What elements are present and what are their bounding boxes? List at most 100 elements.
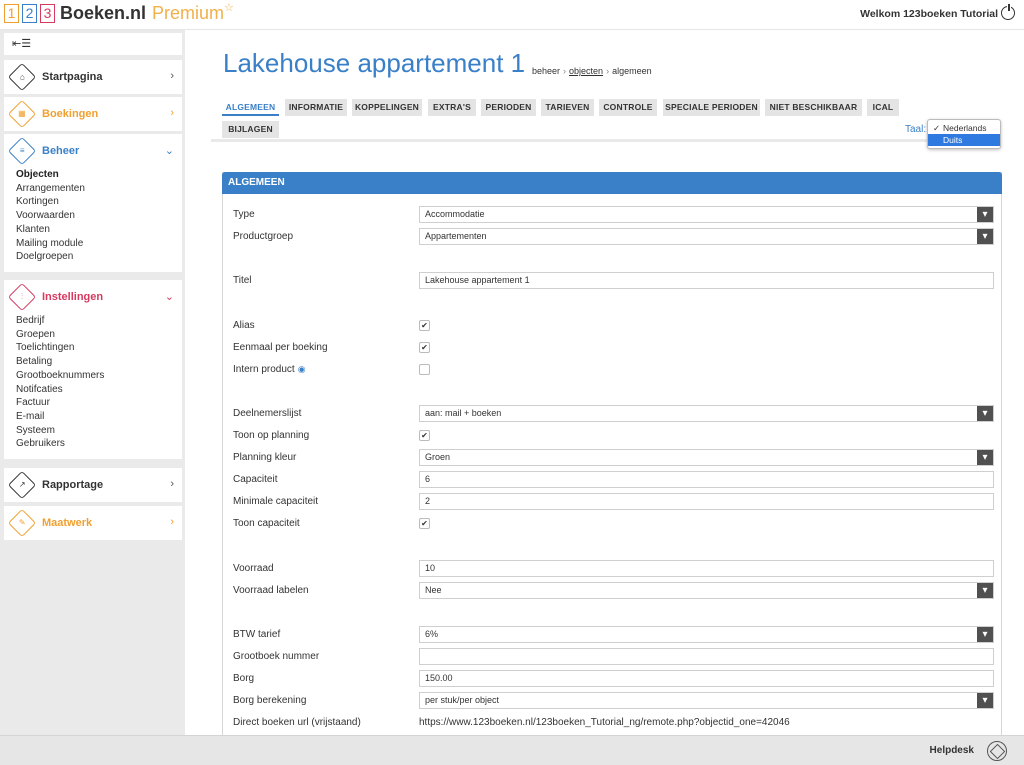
grootboek-input[interactable] [419,648,994,665]
logo-digit-2: 2 [22,4,37,23]
deelnemerslijst-label: Deelnemerslijst [233,408,302,419]
toon-planning-checkbox[interactable]: ✔ [419,430,430,441]
toon-capaciteit-checkbox[interactable]: ✔ [419,518,430,529]
borg-input[interactable]: 150.00 [419,670,994,687]
helpdesk-link[interactable]: Helpdesk [930,745,974,756]
grootboek-label: Grootboek nummer [233,651,320,662]
sidebar-item-label: Beheer [42,145,80,157]
sidebar-subitem-voorwaarden[interactable]: Voorwaarden [16,209,182,223]
sidebar-subitem-email[interactable]: E-mail [16,410,182,424]
btw-select[interactable]: 6% [419,626,994,643]
sidebar: ⇤☰ ⌂ Startpagina › ▦ Boekingen › ≡ Behee… [0,30,185,735]
breadcrumb: beheer › objecten › algemeen [532,66,652,76]
eenmaal-checkbox[interactable]: ✔ [419,342,430,353]
tab-koppelingen[interactable]: KOPPELINGEN [352,99,422,116]
chevron-down-icon: ⌄ [164,291,174,303]
sidebar-subitem-kortingen[interactable]: Kortingen [16,195,182,209]
tab-algemeen[interactable]: ALGEMEEN [222,99,279,116]
toon-capaciteit-label: Toon capaciteit [233,518,300,529]
sidebar-subitem-betaling[interactable]: Betaling [16,355,182,369]
list-icon: ≡ [7,136,37,166]
toon-planning-label: Toon op planning [233,430,310,441]
eenmaal-label: Eenmaal per boeking [233,342,328,353]
sidebar-toggle[interactable]: ⇤☰ [4,33,182,55]
direct-url-value[interactable]: https://www.123boeken.nl/123boeken_Tutor… [419,717,790,728]
chevron-right-icon: › [170,516,174,528]
sidebar-subitem-gebruikers[interactable]: Gebruikers [16,437,182,451]
min-capaciteit-input[interactable]: 2 [419,493,994,510]
tab-perioden[interactable]: PERIODEN [481,99,536,116]
btw-label: BTW tarief [233,629,281,640]
logo-premium: Premium [152,3,225,23]
sidebar-subitem-mailing[interactable]: Mailing module [16,237,182,251]
type-label: Type [233,209,255,220]
chevron-right-icon: › [170,478,174,490]
tab-ical[interactable]: ICAL [867,99,899,116]
tab-informatie[interactable]: INFORMATIE [285,99,347,116]
sidebar-subitem-toelichtingen[interactable]: Toelichtingen [16,341,182,355]
planning-kleur-select[interactable]: Groen [419,449,994,466]
titel-label: Titel [233,275,252,286]
panel-heading: ALGEMEEN [222,172,1002,194]
sidebar-item-label: Startpagina [42,71,103,83]
tab-speciale-perioden[interactable]: SPECIALE PERIODEN [663,99,760,116]
planning-kleur-label: Planning kleur [233,452,297,463]
tab-tarieven[interactable]: TARIEVEN [541,99,594,116]
welcome-text: Welkom 123boeken Tutorial [860,8,998,20]
language-label: Taal: [905,124,927,135]
helpdesk-icon[interactable] [987,741,1007,761]
language-dropdown[interactable]: ✓ Nederlands Duits [927,119,1001,149]
logo-digit-1: 1 [4,4,19,23]
power-icon[interactable] [1001,4,1015,20]
sidebar-subitem-objecten[interactable]: Objecten [16,168,182,182]
deelnemerslijst-select[interactable]: aan: mail + boeken [419,405,994,422]
breadcrumb-objecten[interactable]: objecten [569,66,603,76]
sidebar-subitem-arrangementen[interactable]: Arrangementen [16,182,182,196]
sidebar-item-beheer[interactable]: ≡ Beheer ⌄ [4,134,182,168]
tab-bijlagen[interactable]: BIJLAGEN [222,121,279,138]
edit-icon: ✎ [7,508,37,538]
type-select[interactable]: Accommodatie [419,206,994,223]
alias-label: Alias [233,320,255,331]
borg-label: Borg [233,673,255,684]
tab-extras[interactable]: EXTRA'S [428,99,476,116]
chevron-right-icon: › [170,70,174,82]
titel-input[interactable]: Lakehouse appartement 1 [419,272,994,289]
sidebar-item-rapportage[interactable]: ↗ Rapportage › [4,468,182,502]
sidebar-subitem-notifcaties[interactable]: Notifcaties [16,383,182,397]
breadcrumb-algemeen: algemeen [612,66,652,76]
min-capaciteit-label: Minimale capaciteit [233,496,319,507]
sidebar-item-label: Maatwerk [42,517,93,529]
footer: Helpdesk [0,735,1024,765]
sidebar-item-boekingen[interactable]: ▦ Boekingen › [4,97,182,131]
sidebar-item-instellingen[interactable]: ⫶ Instellingen ⌄ [4,280,182,314]
breadcrumb-beheer[interactable]: beheer [532,66,560,76]
language-option-duits[interactable]: Duits [928,134,1000,146]
sidebar-subitem-systeem[interactable]: Systeem [16,424,182,438]
chevron-down-icon: ⌄ [164,145,174,157]
info-icon[interactable]: ◉ [298,364,306,374]
calendar-icon: ▦ [7,99,37,129]
sidebar-subitem-doelgroepen[interactable]: Doelgroepen [16,250,182,264]
sidebar-item-label: Rapportage [42,479,104,491]
sidebar-subitem-groepen[interactable]: Groepen [16,328,182,342]
sidebar-subitem-factuur[interactable]: Factuur [16,396,182,410]
sidebar-subitem-klanten[interactable]: Klanten [16,223,182,237]
intern-product-checkbox[interactable] [419,364,430,375]
tab-niet-beschikbaar[interactable]: NIET BESCHIKBAAR [765,99,862,116]
language-option-nederlands[interactable]: ✓ Nederlands [928,122,1000,134]
borg-berekening-select[interactable]: per stuk/per object [419,692,994,709]
alias-checkbox[interactable]: ✔ [419,320,430,331]
sidebar-subitem-grootboeknummers[interactable]: Grootboeknummers [16,369,182,383]
tab-controle[interactable]: CONTROLE [599,99,657,116]
sidebar-subitem-bedrijf[interactable]: Bedrijf [16,314,182,328]
sidebar-item-maatwerk[interactable]: ✎ Maatwerk › [4,506,182,540]
voorraad-input[interactable]: 10 [419,560,994,577]
productgroep-select[interactable]: Appartementen [419,228,994,245]
logo[interactable]: 1 2 3 Boeken.nl Premium ☆ [4,2,234,24]
sidebar-item-startpagina[interactable]: ⌂ Startpagina › [4,60,182,94]
voorraad-labelen-select[interactable]: Nee [419,582,994,599]
intern-product-label: Intern product ◉ [233,364,306,375]
capaciteit-input[interactable]: 6 [419,471,994,488]
sidebar-section-beheer: ≡ Beheer ⌄ Objecten Arrangementen Kortin… [4,134,182,272]
